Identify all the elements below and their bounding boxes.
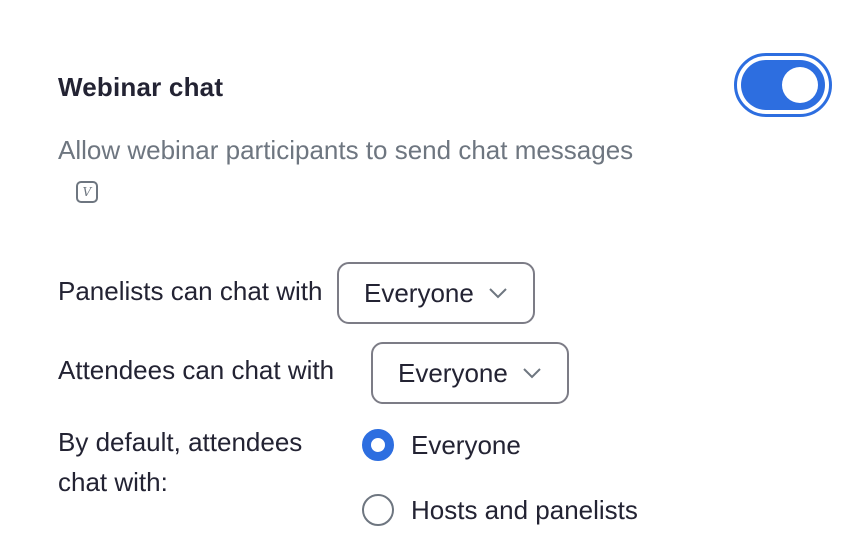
radio-option-hosts-and-panelists[interactable]: Hosts and panelists <box>362 494 638 526</box>
panelists-chat-select[interactable]: Everyone <box>337 262 535 324</box>
chevron-down-icon <box>523 368 541 379</box>
default-chat-label-line1: By default, attendees <box>58 427 303 457</box>
default-chat-label-line2: chat with: <box>58 467 168 497</box>
webinar-chat-toggle[interactable] <box>734 53 832 117</box>
toggle-knob <box>782 67 818 103</box>
toggle-track <box>741 60 825 110</box>
radio-label-everyone: Everyone <box>411 429 521 460</box>
attendees-chat-value: Everyone <box>398 357 508 388</box>
v-icon: V <box>76 181 98 203</box>
radio-button[interactable] <box>362 494 394 526</box>
attendees-chat-select[interactable]: Everyone <box>371 342 569 404</box>
panelists-chat-value: Everyone <box>364 277 474 308</box>
panelists-chat-label: Panelists can chat with <box>58 276 323 306</box>
chevron-down-icon <box>489 288 507 299</box>
radio-label-hosts-and-panelists: Hosts and panelists <box>411 494 638 525</box>
radio-button-selected[interactable] <box>362 429 394 461</box>
setting-description: Allow webinar participants to send chat … <box>58 135 634 165</box>
attendees-chat-label: Attendees can chat with <box>58 355 335 385</box>
setting-title: Webinar chat <box>58 72 224 102</box>
radio-option-everyone[interactable]: Everyone <box>362 429 521 461</box>
